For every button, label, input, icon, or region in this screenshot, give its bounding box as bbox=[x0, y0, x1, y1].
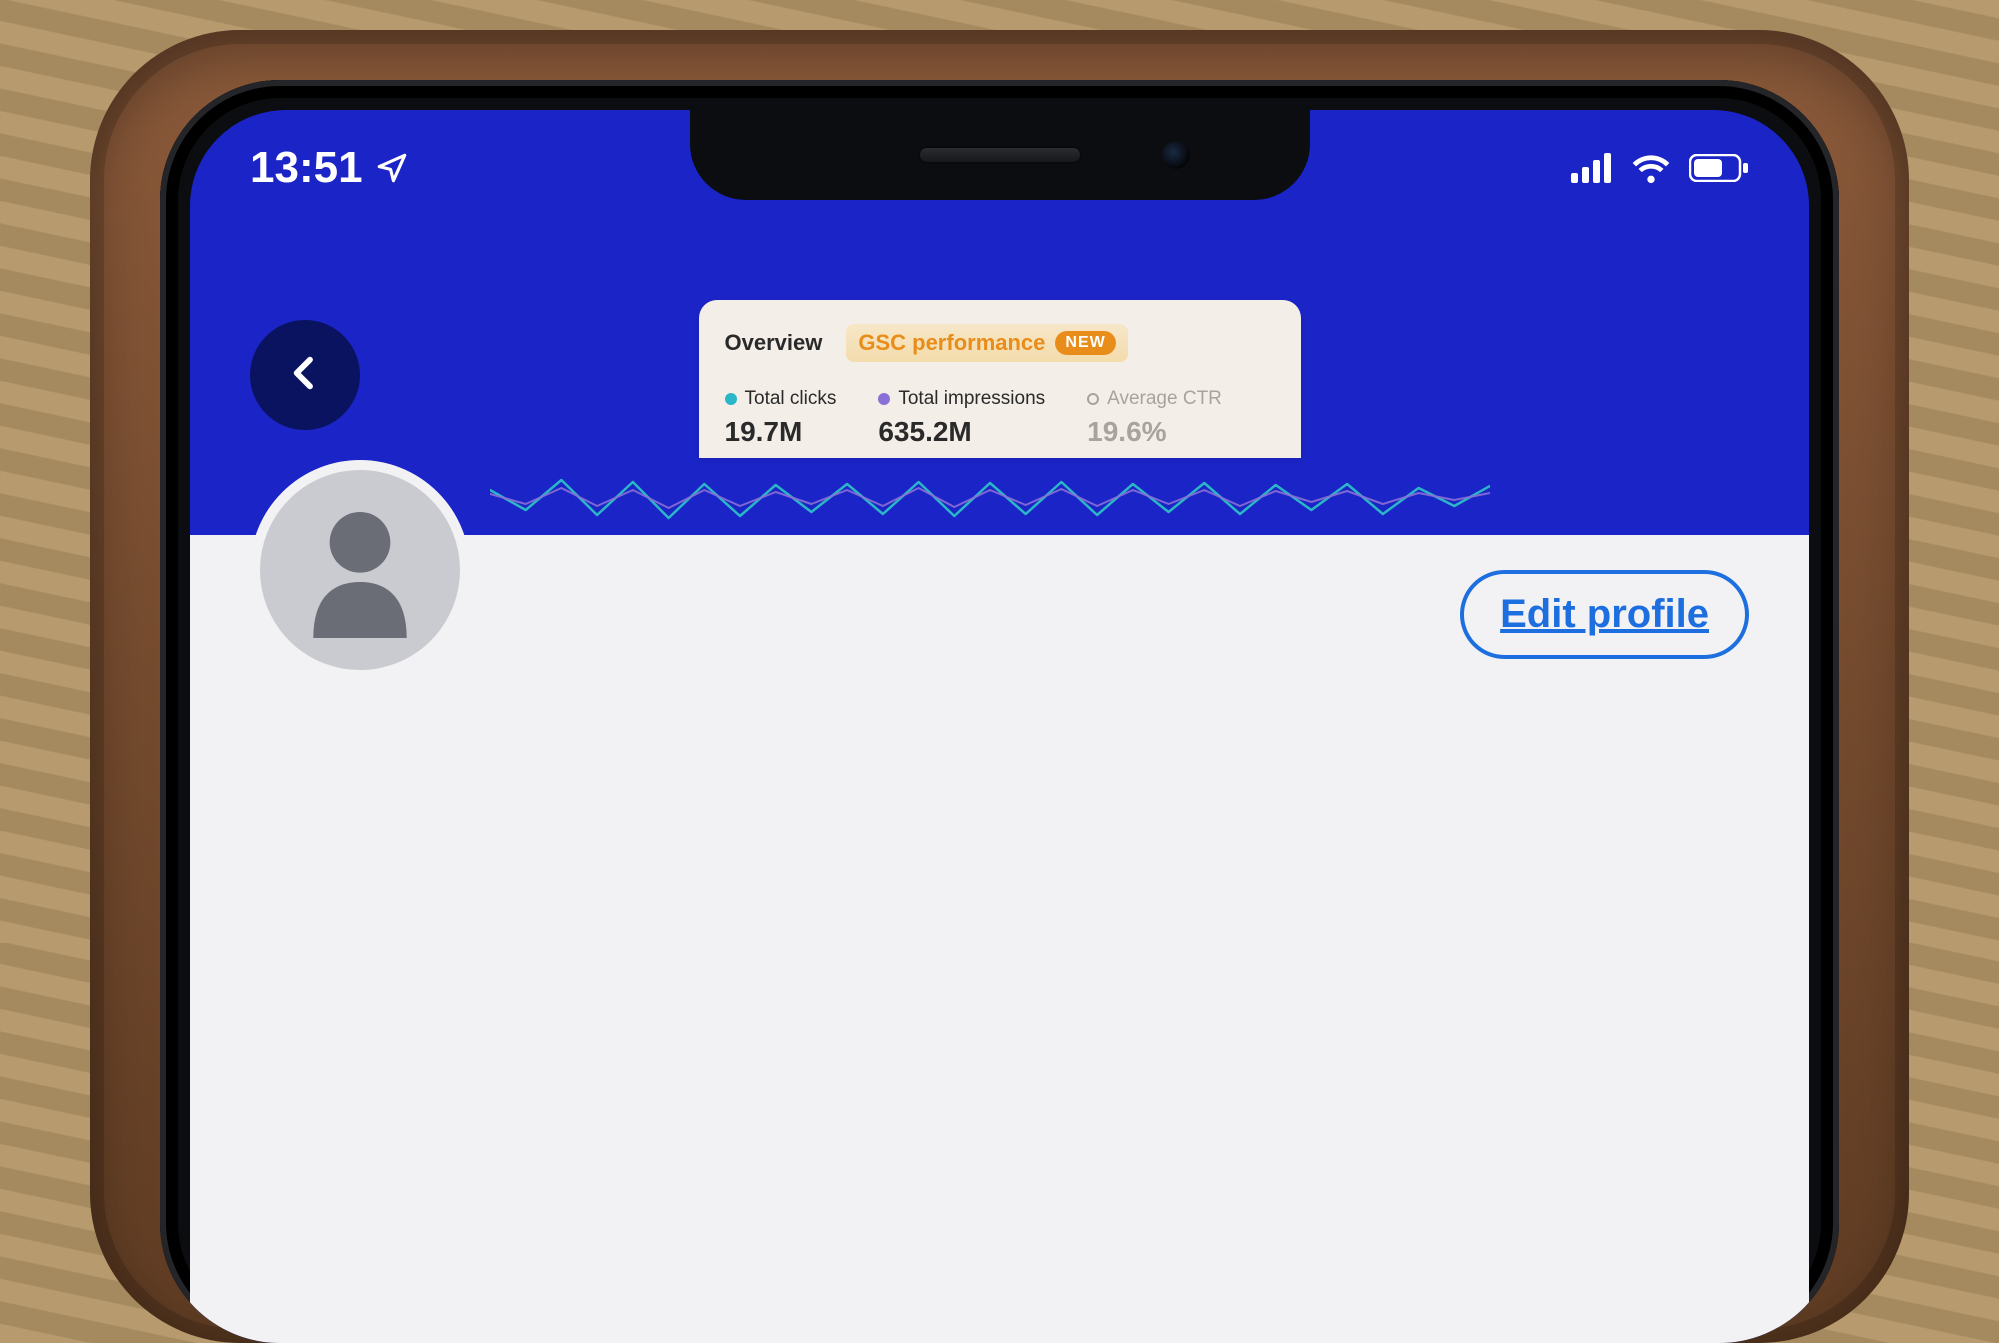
metric-value: 635.2M bbox=[878, 416, 1045, 448]
metric-value: 19.6% bbox=[1087, 416, 1222, 448]
back-button[interactable] bbox=[250, 320, 360, 430]
banner-performance-card: Overview GSC performance NEW Total click… bbox=[699, 300, 1301, 458]
tab-gsc-performance[interactable]: GSC performance NEW bbox=[846, 324, 1127, 362]
performance-sparkline bbox=[490, 460, 1490, 540]
metric-total-impressions[interactable]: Total impressions 635.2M bbox=[878, 388, 1045, 448]
metrics-row: Total clicks 19.7M Total impressions 635… bbox=[725, 388, 1275, 448]
phone-body: 13:51 bbox=[160, 80, 1839, 1343]
dot-icon bbox=[878, 393, 890, 405]
tab-gsc-label: GSC performance bbox=[858, 330, 1045, 356]
metric-label: Total impressions bbox=[898, 388, 1045, 410]
photo-stage: 13:51 bbox=[0, 0, 1999, 943]
edit-profile-button[interactable]: Edit profile bbox=[1460, 570, 1749, 659]
person-icon bbox=[300, 498, 420, 643]
app-content: Overview GSC performance NEW Total click… bbox=[190, 110, 1809, 1343]
tab-overview[interactable]: Overview bbox=[725, 330, 823, 356]
metric-average-ctr[interactable]: Average CTR 19.6% bbox=[1087, 388, 1222, 448]
edit-profile-label: Edit profile bbox=[1500, 592, 1709, 636]
dot-icon bbox=[725, 393, 737, 405]
chevron-left-icon bbox=[285, 349, 325, 402]
metric-total-clicks[interactable]: Total clicks 19.7M bbox=[725, 388, 837, 448]
phone-screen: 13:51 bbox=[190, 110, 1809, 1343]
new-badge: NEW bbox=[1055, 331, 1115, 355]
metric-label: Average CTR bbox=[1107, 388, 1222, 410]
avatar[interactable] bbox=[250, 460, 470, 680]
banner-tabs: Overview GSC performance NEW bbox=[725, 324, 1275, 362]
metric-label: Total clicks bbox=[745, 388, 837, 410]
metric-value: 19.7M bbox=[725, 416, 837, 448]
dot-icon bbox=[1087, 393, 1099, 405]
